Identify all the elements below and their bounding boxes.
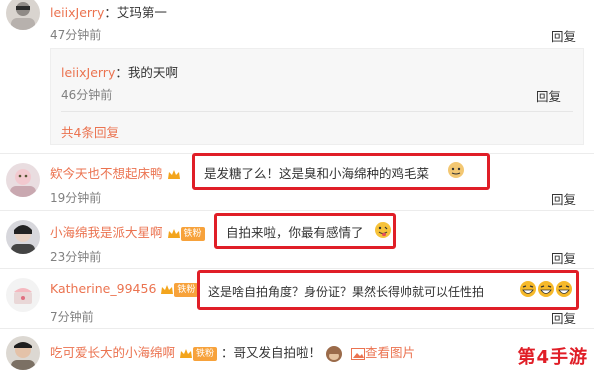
timestamp: 47分钟前 bbox=[50, 28, 102, 42]
timestamp: 23分钟前 bbox=[50, 250, 102, 264]
fan-badge: 铁粉 bbox=[193, 346, 218, 361]
site-watermark: 第4手游 bbox=[517, 343, 588, 369]
vip-crown-icon bbox=[179, 347, 193, 361]
watermark-text: 第 bbox=[517, 347, 537, 368]
image-icon bbox=[351, 347, 365, 360]
reply-thread: leiixJerry：我的天啊 46分钟前 回复 共4条回复 bbox=[50, 48, 584, 145]
vip-crown-icon bbox=[167, 168, 181, 182]
comment-text: 艾玛第一 bbox=[116, 5, 167, 20]
timestamp: 46分钟前 bbox=[61, 88, 113, 102]
timestamp: 19分钟前 bbox=[50, 191, 102, 205]
comment-line: leiixJerry：艾玛第一 bbox=[50, 2, 167, 21]
avatar[interactable] bbox=[6, 0, 40, 30]
avatar[interactable] bbox=[6, 220, 40, 254]
username-link[interactable]: 小海绵我是派大星啊 bbox=[50, 225, 163, 240]
colon: ： bbox=[104, 5, 117, 20]
reply-button[interactable]: 回复 bbox=[551, 308, 576, 327]
divider bbox=[0, 268, 594, 269]
divider bbox=[61, 111, 573, 112]
divider bbox=[0, 210, 594, 211]
avatar[interactable] bbox=[6, 163, 40, 197]
reply-button[interactable]: 回复 bbox=[536, 86, 561, 105]
divider bbox=[0, 328, 594, 329]
avatar[interactable] bbox=[6, 336, 40, 370]
reply-line: leiixJerry：我的天啊 bbox=[61, 62, 178, 81]
comment-author: 欸今天也不想起床鸭 bbox=[50, 163, 181, 182]
watermark-number: 4 bbox=[536, 347, 550, 368]
view-image-link[interactable]: 查看图片 bbox=[365, 345, 415, 360]
fan-badge: 铁粉 bbox=[174, 282, 199, 297]
comment-text: 哥又发自拍啦！ bbox=[233, 345, 322, 360]
comment-author: 小海绵我是派大星啊 铁粉 bbox=[50, 222, 205, 241]
colon: ： bbox=[221, 345, 234, 360]
reply-button[interactable]: 回复 bbox=[551, 248, 576, 267]
reply-button[interactable]: 回复 bbox=[551, 189, 576, 208]
colon: ： bbox=[115, 65, 128, 80]
highlight-box bbox=[192, 153, 490, 190]
fan-badge: 铁粉 bbox=[180, 226, 205, 241]
highlight-box bbox=[214, 213, 396, 249]
username-link[interactable]: 吃可爱长大的小海绵啊 bbox=[50, 345, 175, 360]
vip-crown-icon bbox=[167, 227, 181, 241]
vip-crown-icon bbox=[160, 283, 174, 297]
monkey-emoji-icon bbox=[325, 345, 343, 363]
watermark-text: 手游 bbox=[550, 347, 588, 368]
comment-author: Katherine_99456 铁粉 bbox=[50, 281, 199, 297]
reply-button[interactable]: 回复 bbox=[551, 26, 576, 45]
highlight-box bbox=[197, 270, 579, 310]
view-all-replies-link[interactable]: 共4条回复 bbox=[61, 122, 119, 141]
reply-text: 我的天啊 bbox=[127, 65, 178, 80]
username-link[interactable]: leiixJerry bbox=[61, 65, 115, 80]
username-link[interactable]: 欸今天也不想起床鸭 bbox=[50, 166, 163, 181]
username-link[interactable]: leiixJerry bbox=[50, 5, 104, 20]
avatar[interactable] bbox=[6, 278, 40, 312]
comment-line: 吃可爱长大的小海绵啊 铁粉 ：哥又发自拍啦！ 查看图片 bbox=[50, 342, 415, 363]
timestamp: 7分钟前 bbox=[50, 310, 94, 324]
username-link[interactable]: Katherine_99456 bbox=[50, 281, 156, 296]
